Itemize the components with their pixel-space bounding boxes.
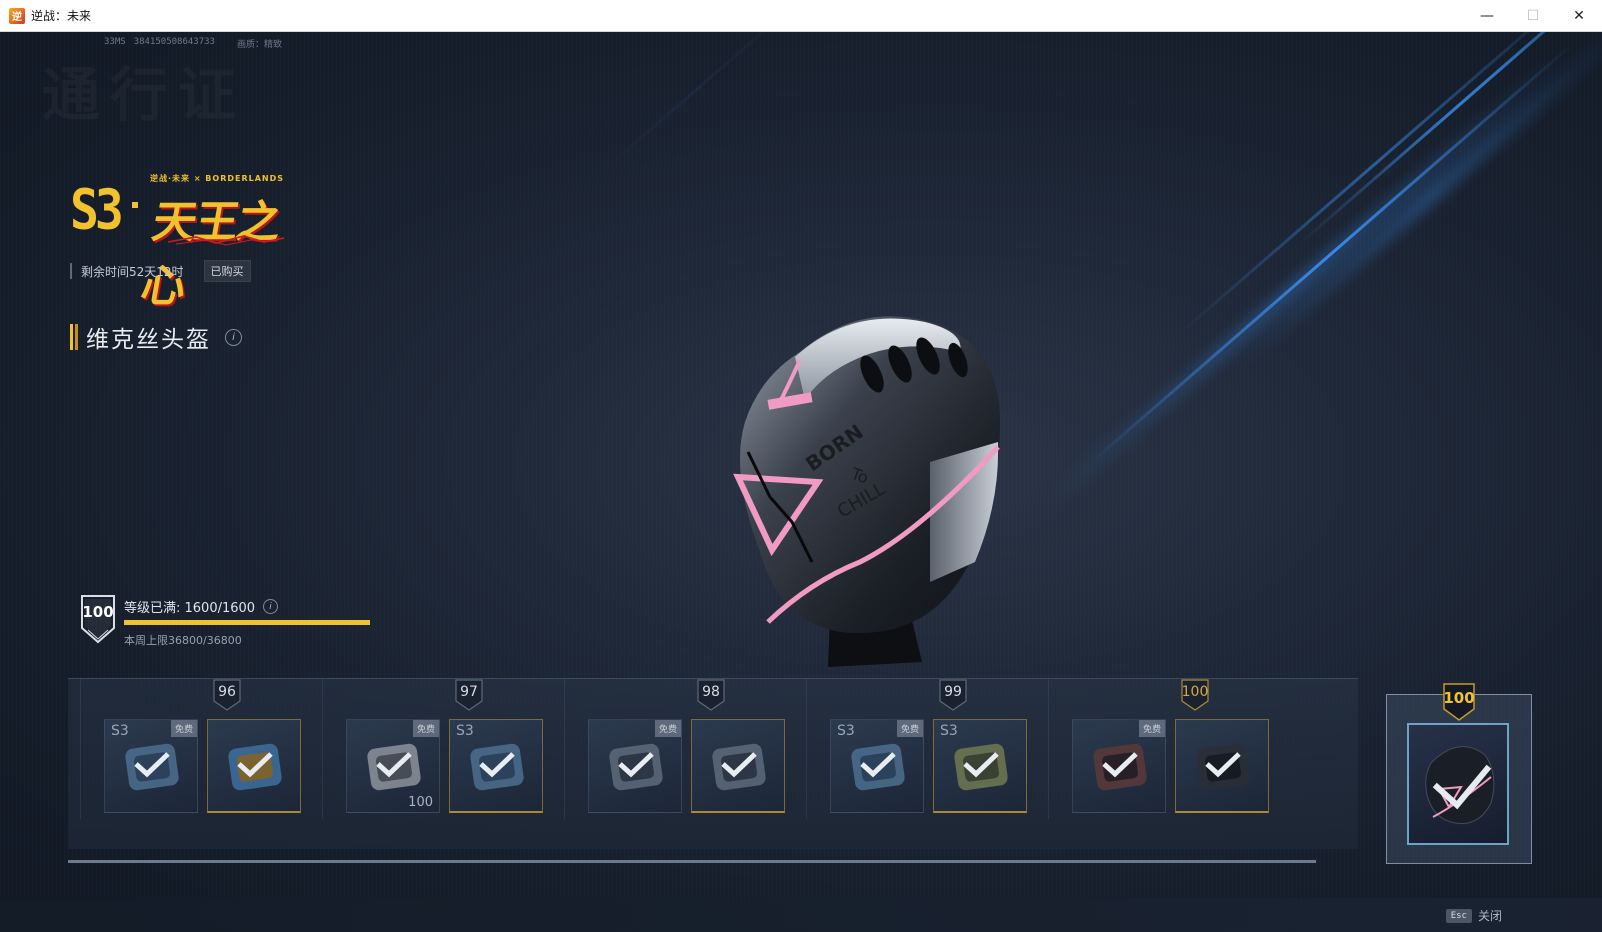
claimed-check-icon [860,752,896,778]
maximize-button[interactable]: ☐ [1510,0,1556,31]
free-badge: 免费 [412,720,439,737]
level-tag-number: 100 [1181,684,1209,700]
status-divider [70,263,72,279]
reward-slot[interactable]: 免费 [1072,719,1166,813]
claimed-check-icon [1205,752,1241,778]
free-badge: 免费 [1138,720,1165,737]
esc-key-icon: Esc [1445,908,1472,923]
light-streak [599,32,798,175]
level-tag: 97 [455,679,483,711]
bottom-bar: Esc 关闭 [0,898,1602,932]
track-group-divider [564,679,565,819]
reward-count: 100 [408,795,433,810]
season-tag: S3 [456,723,474,739]
reward-slot[interactable]: S3 [449,719,543,813]
claimed-check-icon [134,752,170,778]
level-tag-number: 97 [460,684,478,700]
season-tag: S3 [111,723,129,739]
weekly-cap: 本周上限36800/36800 [124,634,242,647]
level-number: 100 [82,603,114,621]
claimed-check-icon [237,752,273,778]
reward-track[interactable]: 96 S3 免费 97 免费 100 S3 98 免费 99 S3 免费 S3 100 免费 [68,678,1358,849]
helmet-model: BORN To CHILL [733,316,1000,667]
item-title: 维克丝头盔 [86,327,211,353]
reward-slot[interactable]: S3 [933,719,1027,813]
level-tag: 98 [697,679,725,711]
claimed-check-icon [479,752,515,778]
reward-slot[interactable] [207,719,301,813]
final-level-tag: 100 [1443,683,1475,721]
collab-label: 逆战·未来 × BORDERLANDS [150,174,285,183]
final-level-number: 100 [1443,689,1475,707]
reward-slot[interactable] [691,719,785,813]
logo-dot [132,202,138,208]
helmet-preview[interactable]: BORN To CHILL [700,282,1040,682]
level-info-icon[interactable]: i [263,599,279,614]
free-badge: 免费 [654,720,681,737]
battle-pass-screen: 33MS 384150508643733 画质：精致 通行证 逆战·未来 × B… [0,32,1602,932]
app-logo-icon: 逆 [9,7,25,24]
free-badge: 免费 [170,720,197,737]
level-tag: 96 [213,679,241,711]
minimize-button[interactable]: — [1464,0,1510,31]
level-tag-number: 96 [218,684,236,700]
claimed-check-icon [963,752,999,778]
item-title-row: 维克丝头盔 i [70,320,242,354]
season-tag: S3 [837,723,855,739]
reward-slot[interactable] [1175,719,1269,813]
level-tag-number: 98 [702,684,720,700]
level-status: 等级已满: 1600/1600 i [124,597,279,616]
close-hint[interactable]: Esc 关闭 [1445,907,1502,924]
reward-slot[interactable]: S3 免费 [830,719,924,813]
free-badge: 免费 [896,720,923,737]
final-reward-slot[interactable] [1407,723,1509,845]
reward-slot[interactable]: 免费 100 [346,719,440,813]
track-level-group: 97 免费 100 S3 [346,679,546,817]
claimed-check-icon [376,752,412,778]
window-titlebar: 逆 逆战：未来 — ☐ ✕ [0,0,1602,32]
final-reward-panel[interactable]: 100 [1386,683,1532,864]
title-marker [70,324,78,350]
season-tag: S3 [940,723,958,739]
item-info-icon[interactable]: i [225,328,242,346]
reward-slot[interactable]: S3 免费 [104,719,198,813]
track-group-divider [806,679,807,819]
xp-progress-fill [124,620,370,625]
season-name: 天王之心 [137,197,284,312]
level-status-text: 等级已满: 1600/1600 [124,601,256,616]
light-streak [1089,42,1574,465]
level-tag: 99 [939,679,967,711]
scribble-decoration [167,235,285,246]
remaining-time: 剩余时间52天12时 [81,264,184,279]
claimed-check-icon [1102,752,1138,778]
track-level-group: 99 S3 免费 S3 [830,679,1030,817]
purchased-badge: 已购买 [203,260,251,282]
season-number: S3 [70,177,124,243]
track-level-group: 100 免费 [1072,679,1272,817]
xp-progress-bar [124,620,370,625]
season-status-row: 剩余时间52天12时 已购买 [70,260,251,282]
helmet-icon [1425,746,1495,825]
level-tag-number: 99 [944,684,962,700]
track-group-divider [1048,679,1049,819]
pass-watermark: 通行证 [42,48,246,132]
close-window-button[interactable]: ✕ [1556,0,1602,31]
window-title: 逆战：未来 [31,9,92,23]
light-streak [1179,32,1574,335]
track-group-divider [322,679,323,819]
close-label: 关闭 [1477,909,1502,923]
track-level-group: 96 S3 免费 [104,679,304,817]
reward-slot[interactable]: 免费 [588,719,682,813]
claimed-check-icon [618,752,654,778]
track-level-group: 98 免费 [588,679,788,817]
claimed-check-icon [721,752,757,778]
season-logo: 逆战·未来 × BORDERLANDS S3 天王之心 [70,170,310,312]
window-controls: — ☐ ✕ [1464,0,1602,31]
level-tag: 100 [1181,679,1209,711]
track-group-divider [80,679,81,819]
light-streak [1224,32,1602,377]
track-scrollbar[interactable] [68,860,1316,863]
